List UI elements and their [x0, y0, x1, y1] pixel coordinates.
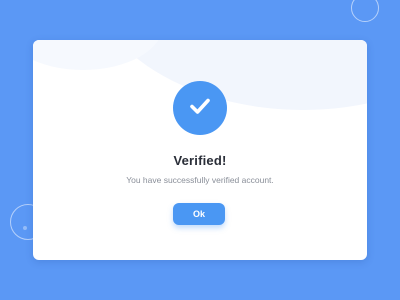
- dialog-message: You have successfully verified account.: [126, 175, 274, 185]
- decorative-circle-top: [351, 0, 379, 22]
- dialog-title: Verified!: [173, 153, 227, 168]
- success-badge: [173, 81, 227, 135]
- verification-dialog: Verified! You have successfully verified…: [33, 40, 367, 260]
- ok-button[interactable]: Ok: [173, 203, 225, 225]
- decorative-dot-left: [23, 226, 27, 230]
- checkmark-icon: [186, 92, 214, 125]
